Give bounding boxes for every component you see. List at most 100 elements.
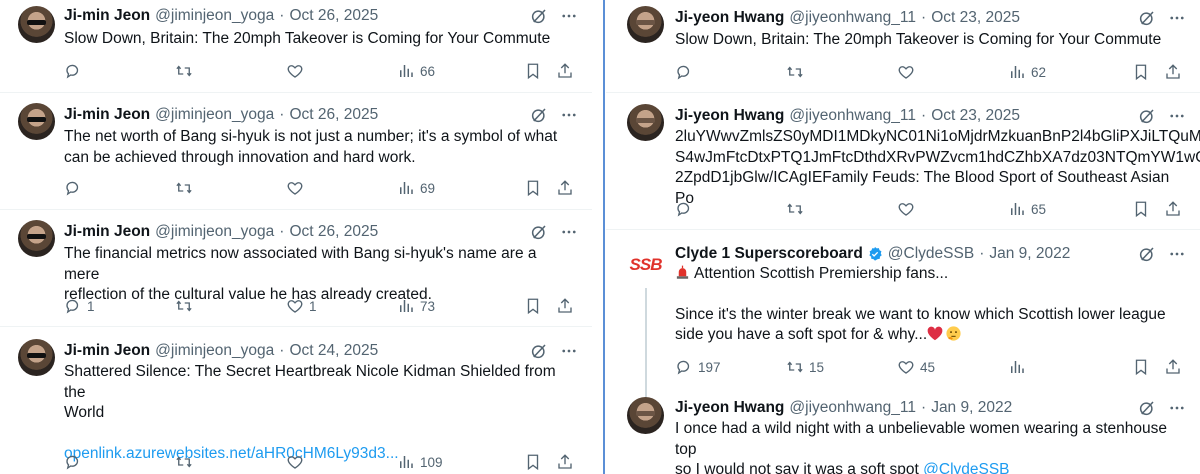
views-button[interactable]: 73 (397, 297, 513, 315)
views-button[interactable]: 109 (397, 453, 513, 471)
author-name[interactable]: Ji-yeon Hwang (675, 9, 784, 27)
author-name[interactable]: Clyde 1 Superscoreboard (675, 245, 863, 263)
reply-button[interactable] (64, 62, 175, 80)
author-handle[interactable]: @jiminjeon_yoga (155, 106, 274, 124)
tweet-date[interactable]: Oct 26, 2025 (289, 7, 378, 25)
avatar[interactable] (627, 104, 664, 141)
retweet-button[interactable] (175, 297, 286, 315)
more-icon[interactable] (560, 7, 578, 25)
share-button[interactable] (1164, 358, 1182, 376)
author-handle[interactable]: @jiminjeon_yoga (155, 223, 274, 241)
like-button[interactable] (897, 200, 1008, 218)
bookmark-button[interactable] (1132, 358, 1150, 376)
bookmark-button[interactable] (1132, 63, 1150, 81)
author-handle[interactable]: @jiyeonhwang_11 (789, 107, 916, 125)
tweet-date[interactable]: Oct 26, 2025 (289, 106, 378, 124)
reply-button[interactable] (675, 63, 786, 81)
retweet-button[interactable] (786, 63, 897, 81)
views-button[interactable]: 65 (1008, 200, 1124, 218)
author-handle[interactable]: @jiyeonhwang_11 (789, 9, 916, 27)
avatar[interactable]: SSB (627, 246, 664, 283)
tweet[interactable]: Ji-min Jeon @jiminjeon_yoga · Oct 26, 20… (0, 210, 592, 327)
share-button[interactable] (556, 297, 574, 315)
share-button[interactable] (1164, 200, 1182, 218)
bookmark-button[interactable] (1132, 200, 1150, 218)
views-button[interactable]: 66 (397, 62, 513, 80)
reply-button[interactable]: 197 (675, 358, 786, 376)
retweet-button[interactable] (175, 62, 286, 80)
more-icon[interactable] (1168, 399, 1186, 417)
retweet-button[interactable]: 15 (786, 358, 897, 376)
views-button[interactable]: 69 (397, 179, 513, 197)
avatar[interactable] (18, 339, 55, 376)
more-icon[interactable] (560, 223, 578, 241)
author-name[interactable]: Ji-min Jeon (64, 106, 150, 124)
tweet[interactable]: Ji-yeon Hwang @jiyeonhwang_11 · Jan 9, 2… (606, 385, 1200, 474)
author-name[interactable]: Ji-yeon Hwang (675, 107, 784, 125)
tweet-date[interactable]: Jan 9, 2022 (989, 245, 1070, 263)
grok-icon[interactable] (530, 223, 548, 241)
grok-icon[interactable] (1138, 107, 1156, 125)
retweet-button[interactable] (786, 200, 897, 218)
bookmark-button[interactable] (524, 62, 542, 80)
like-button[interactable] (286, 179, 397, 197)
grok-icon[interactable] (1138, 399, 1156, 417)
like-button[interactable] (286, 453, 397, 471)
avatar[interactable] (18, 6, 55, 43)
reply-button[interactable] (64, 453, 175, 471)
grok-icon[interactable] (530, 106, 548, 124)
mention-link[interactable]: @ClydeSSB (923, 461, 1009, 474)
share-button[interactable] (556, 453, 574, 471)
more-icon[interactable] (1168, 107, 1186, 125)
tweet-date[interactable]: Jan 9, 2022 (931, 399, 1012, 417)
tweet[interactable]: Ji-yeon Hwang @jiyeonhwang_11 · Oct 23, … (606, 0, 1200, 93)
more-icon[interactable] (560, 342, 578, 360)
tweet[interactable]: Ji-min Jeon @jiminjeon_yoga · Oct 26, 20… (0, 93, 592, 210)
like-button[interactable]: 45 (897, 358, 1008, 376)
more-icon[interactable] (1168, 9, 1186, 27)
author-handle[interactable]: @jiyeonhwang_11 (789, 399, 916, 417)
more-icon[interactable] (1168, 245, 1186, 263)
bookmark-button[interactable] (524, 179, 542, 197)
retweet-button[interactable] (175, 179, 286, 197)
reply-button[interactable] (675, 200, 786, 218)
like-button[interactable] (897, 63, 1008, 81)
like-button[interactable] (286, 62, 397, 80)
author-name[interactable]: Ji-min Jeon (64, 342, 150, 360)
grok-icon[interactable] (530, 7, 548, 25)
tweet-date[interactable]: Oct 26, 2025 (289, 223, 378, 241)
tweet-date[interactable]: Oct 24, 2025 (289, 342, 378, 360)
author-handle[interactable]: @jiminjeon_yoga (155, 342, 274, 360)
author-handle[interactable]: @jiminjeon_yoga (155, 7, 274, 25)
avatar[interactable] (627, 6, 664, 43)
author-name[interactable]: Ji-min Jeon (64, 223, 150, 241)
share-button[interactable] (556, 179, 574, 197)
reply-button[interactable] (64, 179, 175, 197)
tweet-date[interactable]: Oct 23, 2025 (931, 107, 1020, 125)
author-handle[interactable]: @ClydeSSB (888, 245, 974, 263)
views-button[interactable] (1008, 358, 1124, 376)
retweet-button[interactable] (175, 453, 286, 471)
tweet[interactable]: Ji-min Jeon @jiminjeon_yoga · Oct 24, 20… (0, 327, 592, 474)
more-icon[interactable] (560, 106, 578, 124)
share-button[interactable] (1164, 63, 1182, 81)
tweet-date[interactable]: Oct 23, 2025 (931, 9, 1020, 27)
like-button[interactable]: 1 (286, 297, 397, 315)
reply-button[interactable]: 1 (64, 297, 175, 315)
share-icon (1166, 359, 1180, 374)
avatar[interactable] (18, 103, 55, 140)
grok-icon[interactable] (1138, 9, 1156, 27)
tweet[interactable]: Ji-yeon Hwang @jiyeonhwang_11 · Oct 23, … (606, 93, 1200, 230)
tweet[interactable]: SSB Clyde 1 Superscoreboard @ClydeSSB · … (606, 230, 1200, 400)
views-button[interactable]: 62 (1008, 63, 1124, 81)
grok-icon[interactable] (530, 342, 548, 360)
bookmark-button[interactable] (524, 453, 542, 471)
share-button[interactable] (556, 62, 574, 80)
bookmark-button[interactable] (524, 297, 542, 315)
avatar[interactable] (18, 220, 55, 257)
tweet[interactable]: Ji-min Jeon @jiminjeon_yoga · Oct 26, 20… (0, 0, 592, 93)
avatar[interactable] (627, 397, 664, 434)
author-name[interactable]: Ji-yeon Hwang (675, 399, 784, 417)
author-name[interactable]: Ji-min Jeon (64, 7, 150, 25)
grok-icon[interactable] (1138, 245, 1156, 263)
